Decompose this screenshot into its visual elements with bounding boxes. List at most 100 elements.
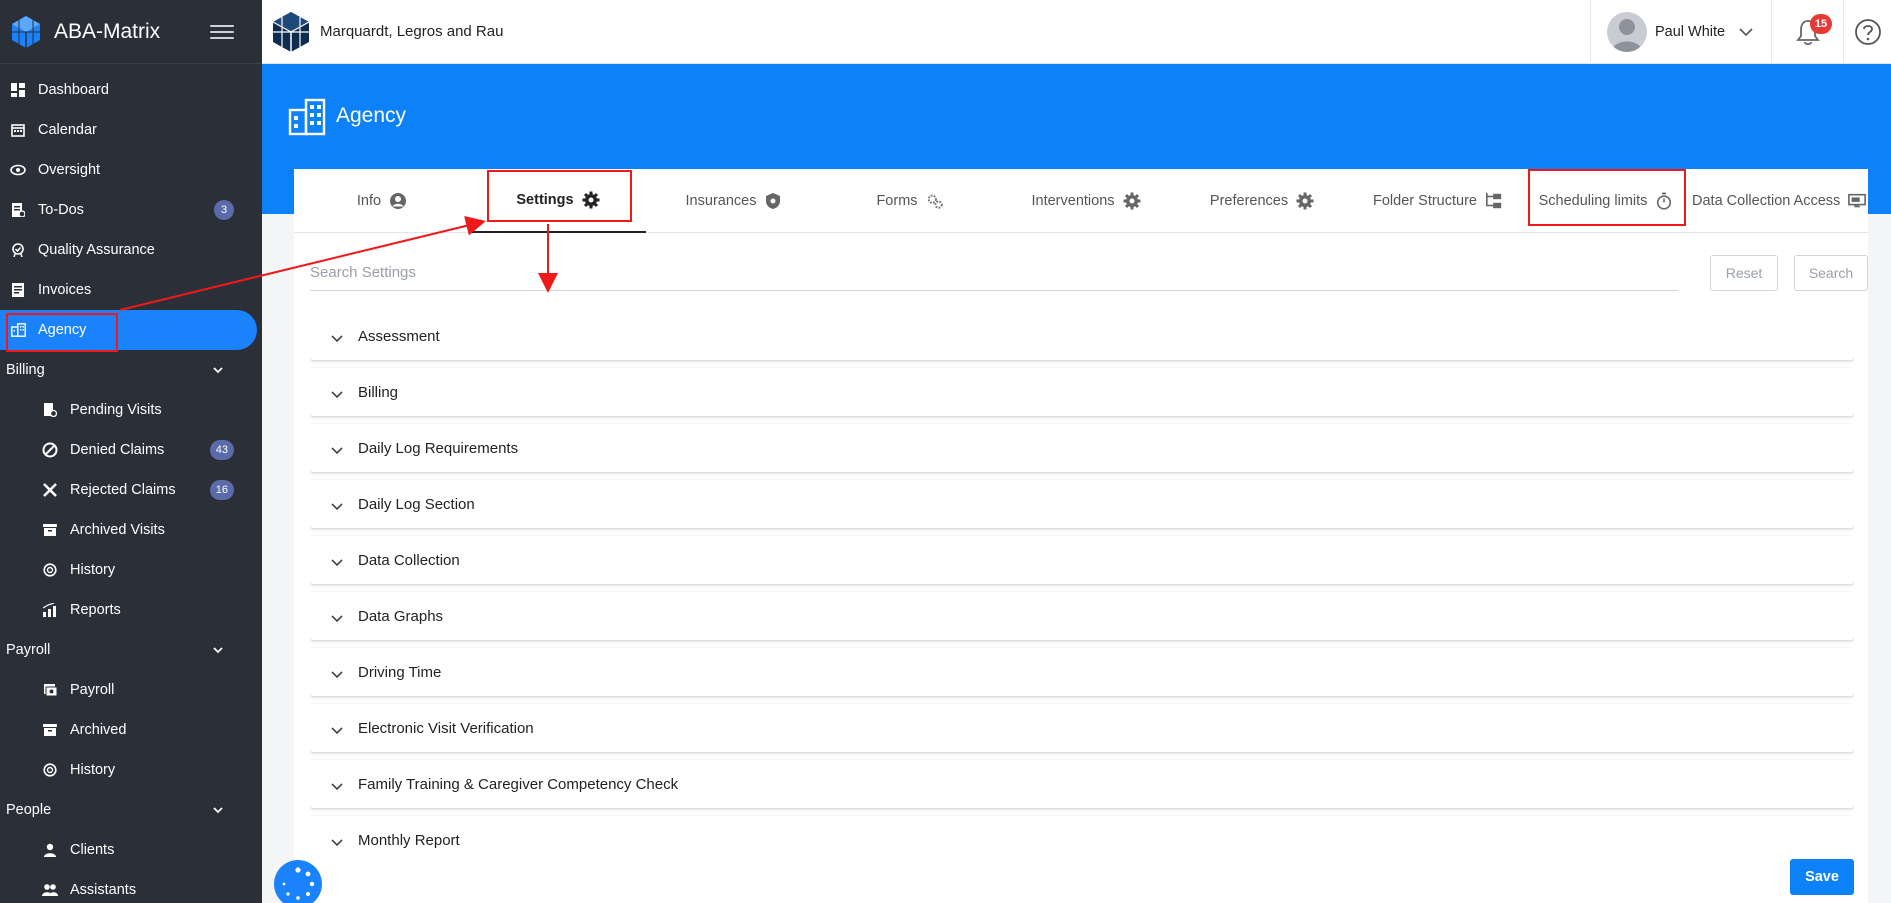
accordion-label: Driving Time [358, 663, 442, 681]
accordion-item-assessment[interactable]: Assessment [310, 312, 1854, 360]
sidebar-item-archived-visits[interactable]: Archived Visits [0, 510, 262, 550]
accordion-item-data-collection[interactable]: Data Collection [310, 536, 1854, 584]
sidebar-group-payroll[interactable]: Payroll [0, 630, 262, 670]
x-icon [42, 482, 58, 498]
accordion-item-billing[interactable]: Billing [310, 368, 1854, 416]
accordion-label: Data Collection [358, 551, 460, 569]
organization-switcher[interactable]: Marquardt, Legros and Rau [262, 10, 1590, 54]
sidebar-item-label: Invoices [38, 282, 92, 298]
tab-forms[interactable]: Forms [822, 169, 998, 233]
gear-icon [1296, 192, 1314, 210]
tab-insurances[interactable]: Insurances [646, 169, 822, 233]
sidebar-group-people[interactable]: People [0, 790, 262, 830]
loading-spinner-icon [274, 860, 322, 903]
calendar-icon [10, 122, 26, 138]
page-title-wrap: Agency [288, 96, 406, 136]
building-icon [288, 98, 326, 136]
user-circle-icon [389, 192, 407, 210]
search-row: Reset Search [310, 255, 1868, 291]
accordion-label: Billing [358, 383, 399, 401]
accordion-item-data-graphs[interactable]: Data Graphs [310, 592, 1854, 640]
sidebar-item-label: Payroll [70, 682, 115, 698]
sidebar-group-label: Billing [6, 362, 45, 378]
chevron-down-icon [213, 647, 223, 654]
tab-interventions[interactable]: Interventions [998, 169, 1174, 233]
tab-label: Preferences [1209, 193, 1289, 209]
brand-bar: ABA-Matrix [0, 0, 262, 64]
sidebar-item-label: Denied Claims [70, 442, 165, 458]
sidebar-item-dashboard[interactable]: Dashboard [0, 70, 262, 110]
search-settings-input[interactable] [310, 255, 1678, 291]
people-icon [42, 882, 58, 898]
sidebar-item-label: Clients [70, 842, 115, 858]
sidebar: ABA-Matrix Dashboard Calendar Oversight … [0, 0, 262, 903]
sidebar-item-label: Assistants [70, 882, 137, 898]
page-title: Agency [336, 104, 407, 127]
sidebar-item-reports[interactable]: Reports [0, 590, 262, 630]
top-bar: Marquardt, Legros and Rau Paul White 15 [262, 0, 1891, 64]
tab-info[interactable]: Info [294, 169, 470, 233]
sidebar-item-payroll-archived[interactable]: Archived [0, 710, 262, 750]
history-icon [42, 562, 58, 578]
sidebar-item-oversight[interactable]: Oversight [0, 150, 262, 190]
accordion-item-electronic-visit-verification[interactable]: Electronic Visit Verification [310, 704, 1854, 752]
sidebar-item-denied-claims[interactable]: Denied Claims 43 [0, 430, 262, 470]
sidebar-nav: Dashboard Calendar Oversight To-Dos 3 Qu… [0, 64, 262, 903]
sidebar-item-payroll[interactable]: Payroll [0, 670, 262, 710]
sidebar-item-pending-visits[interactable]: Pending Visits [0, 390, 262, 430]
tab-folder-structure[interactable]: Folder Structure [1350, 169, 1526, 233]
sidebar-item-label: Reports [70, 602, 121, 618]
sidebar-item-quality-assurance[interactable]: Quality Assurance [0, 230, 262, 270]
person-icon [42, 842, 58, 858]
sidebar-item-label: Calendar [38, 122, 97, 138]
chevron-down-icon [331, 615, 343, 623]
notifications-button[interactable]: 15 [1771, 0, 1843, 64]
invoice-icon [10, 282, 26, 298]
aba-matrix-logo-icon[interactable] [8, 14, 44, 50]
organization-logo-icon [272, 11, 310, 52]
notification-count-badge: 15 [1810, 13, 1832, 34]
accordion-label: Daily Log Requirements [358, 439, 519, 457]
hamburger-menu-icon[interactable] [210, 20, 234, 44]
accordion-item-daily-log-section[interactable]: Daily Log Section [310, 480, 1854, 528]
accordion-item-family-training[interactable]: Family Training & Caregiver Competency C… [310, 760, 1854, 808]
tab-preferences[interactable]: Preferences [1174, 169, 1350, 233]
chevron-down-icon [1739, 27, 1753, 36]
sidebar-item-label: Archived [70, 722, 127, 738]
payroll-icon [42, 682, 58, 698]
accordion-label: Data Graphs [358, 607, 444, 625]
chevron-down-icon [213, 367, 223, 374]
accordion-item-monthly-report[interactable]: Monthly Report [310, 816, 1854, 848]
quality-icon [10, 242, 26, 258]
accordion-item-daily-log-requirements[interactable]: Daily Log Requirements [310, 424, 1854, 472]
sidebar-item-calendar[interactable]: Calendar [0, 110, 262, 150]
organization-name: Marquardt, Legros and Rau [320, 23, 504, 40]
sidebar-item-clients[interactable]: Clients [0, 830, 262, 870]
tab-label: Folder Structure [1373, 193, 1477, 209]
chevron-down-icon [331, 447, 343, 455]
help-button[interactable] [1843, 0, 1891, 64]
user-menu[interactable]: Paul White [1590, 0, 1771, 64]
sidebar-item-rejected-claims[interactable]: Rejected Claims 16 [0, 470, 262, 510]
avatar [1607, 11, 1647, 52]
accordion-label: Monthly Report [358, 831, 460, 849]
save-button[interactable]: Save [1790, 859, 1854, 895]
sidebar-item-label: Oversight [38, 162, 101, 178]
sidebar-group-billing[interactable]: Billing [0, 350, 262, 390]
tab-data-collection-access[interactable]: Data Collection Access [1686, 169, 1868, 233]
denied-count-badge: 43 [209, 440, 234, 460]
search-button[interactable]: Search [1794, 255, 1868, 291]
sidebar-item-label: Rejected Claims [70, 482, 176, 498]
sidebar-item-history[interactable]: History [0, 550, 262, 590]
sidebar-item-payroll-history[interactable]: History [0, 750, 262, 790]
sidebar-item-todos[interactable]: To-Dos 3 [0, 190, 262, 230]
sidebar-item-assistants[interactable]: Assistants [0, 870, 262, 903]
settings-accordion: Assessment Billing Daily Log Requirement… [310, 312, 1854, 848]
accordion-item-driving-time[interactable]: Driving Time [310, 648, 1854, 696]
sidebar-item-invoices[interactable]: Invoices [0, 270, 262, 310]
sidebar-item-label: Pending Visits [70, 402, 162, 418]
eye-icon [10, 162, 26, 178]
tab-label: Data Collection Access [1692, 193, 1841, 209]
pending-icon [42, 402, 58, 418]
reset-button[interactable]: Reset [1710, 255, 1778, 291]
